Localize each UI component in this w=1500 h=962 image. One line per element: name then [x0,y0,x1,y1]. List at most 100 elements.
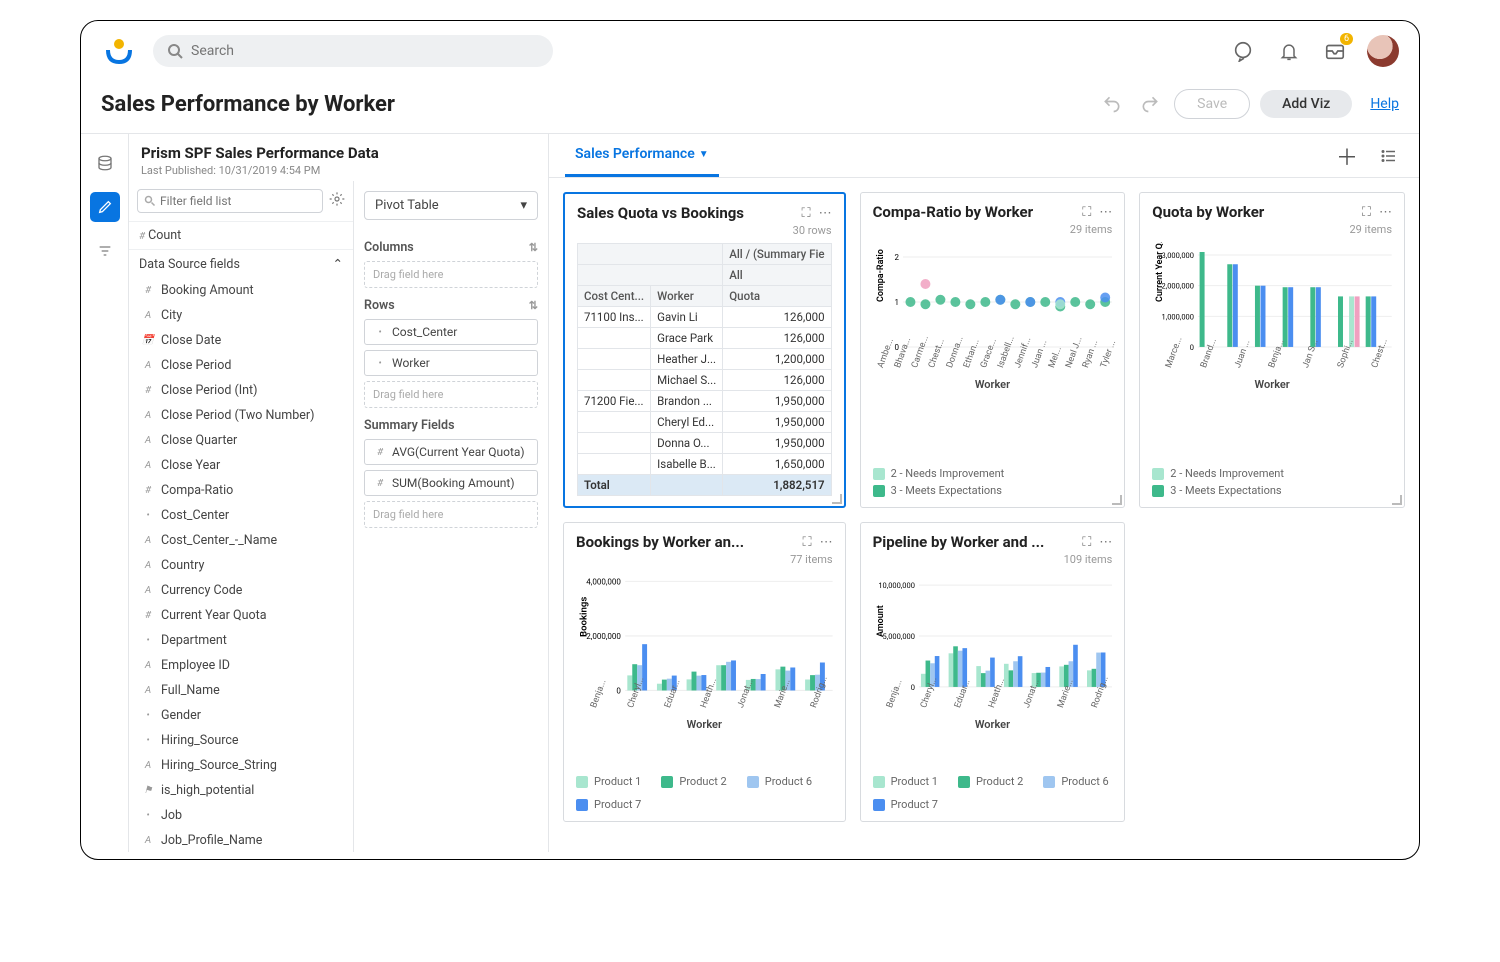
left-panel: Prism SPF Sales Performance Data Last Pu… [129,134,549,852]
field-item[interactable]: •Hiring_Source [129,728,353,753]
field-item[interactable]: 📅Close Date [129,328,353,353]
field-item[interactable]: •Cost_Center [129,503,353,528]
data-icon[interactable] [90,148,120,178]
resize-handle[interactable] [832,494,842,504]
resize-handle[interactable] [1392,495,1402,505]
chat-icon[interactable] [1229,37,1257,65]
table-row[interactable]: Heather J...1,200,000 [578,349,832,370]
viz-type-label: Pivot Table [375,198,439,213]
field-item[interactable]: AClose Year [129,453,353,478]
add-viz-button[interactable]: Add Viz [1260,90,1352,118]
sort-icon[interactable]: ⇅ [529,241,538,254]
filter-icon[interactable] [90,236,120,266]
field-item[interactable]: ACountry [129,553,353,578]
field-item[interactable]: AClose Period (Two Number) [129,403,353,428]
x-axis-label: Worker [873,718,1113,731]
field-item[interactable]: ACost_Center_-_Name [129,528,353,553]
card-subtitle: 30 rows [577,224,832,237]
field-item[interactable]: #Current Year Quota [129,603,353,628]
field-chip[interactable]: •Cost_Center [364,319,538,345]
svg-text:1: 1 [894,298,898,307]
card-quota-by-worker[interactable]: Quota by Worker⛶⋯ 29 items Current Year … [1139,192,1405,508]
field-item[interactable]: AFull_Name [129,678,353,703]
table-row[interactable]: Isabelle B...1,650,000 [578,454,832,475]
card-title: Pipeline by Worker and ... [873,533,1083,551]
rows-dropzone[interactable]: Drag field here [364,381,538,408]
save-button[interactable]: Save [1174,89,1250,119]
help-link[interactable]: Help [1370,96,1399,112]
redo-icon[interactable] [1136,90,1164,118]
gear-icon[interactable] [329,191,345,211]
filter-field-text[interactable] [160,194,316,208]
field-item[interactable]: •Gender [129,703,353,728]
table-row[interactable]: Donna O...1,950,000 [578,433,832,454]
expand-icon[interactable]: ⛶ [1362,205,1371,220]
add-tab-icon[interactable]: ＋ [1333,142,1361,170]
field-item[interactable]: #Close Period (Int) [129,378,353,403]
count-field[interactable]: # Count [129,221,353,249]
inbox-icon[interactable]: 6 [1321,37,1349,65]
undo-icon[interactable] [1098,90,1126,118]
table-row[interactable]: 71200 Fie...Brandon ...1,950,000 [578,391,832,412]
card-subtitle: 77 items [576,553,833,566]
resize-handle[interactable] [1112,495,1122,505]
tab-sales-performance[interactable]: Sales Performance ▼ [565,134,719,177]
expand-icon[interactable]: ⛶ [802,206,811,221]
more-icon[interactable]: ⋯ [819,206,832,221]
edit-icon[interactable] [90,192,120,222]
expand-icon[interactable]: ⛶ [803,535,812,550]
field-item[interactable]: ACity [129,303,353,328]
table-row[interactable]: Michael S...126,000 [578,370,832,391]
search-icon [167,43,183,59]
card-subtitle: 29 items [873,223,1113,236]
card-sales-quota-vs-bookings[interactable]: Sales Quota vs Bookings ⛶ ⋯ 30 rows All … [563,192,846,508]
more-icon[interactable]: ⋯ [820,535,833,550]
summary-dropzone[interactable]: Drag field here [364,501,538,528]
field-item[interactable]: •Department [129,628,353,653]
more-icon[interactable]: ⋯ [1099,205,1112,220]
chevron-down-icon: ▾ [520,198,527,213]
global-search[interactable] [153,35,553,67]
card-pipeline-by-worker[interactable]: Pipeline by Worker and ...⛶⋯ 109 items A… [860,522,1126,822]
list-icon[interactable] [1375,142,1403,170]
card-title: Sales Quota vs Bookings [577,204,802,222]
table-row[interactable]: Cheryl Ed...1,950,000 [578,412,832,433]
card-title: Compa-Ratio by Worker [873,203,1083,221]
field-item[interactable]: ⚑is_high_potential [129,778,353,803]
expand-icon[interactable]: ⛶ [1082,535,1091,550]
expand-icon[interactable]: ⛶ [1082,205,1091,220]
field-item[interactable]: AHiring_Source_String [129,753,353,778]
field-item[interactable]: AClose Period [129,353,353,378]
field-group-header[interactable]: Data Source fields⌃ [129,249,353,278]
field-item[interactable]: ACurrency Code [129,578,353,603]
workday-logo[interactable] [101,33,137,69]
builder-column: Pivot Table ▾ Columns⇅ Drag field here R… [354,181,548,852]
field-chip[interactable]: #AVG(Current Year Quota) [364,439,538,465]
avatar[interactable] [1367,35,1399,67]
bell-icon[interactable] [1275,37,1303,65]
sort-icon[interactable]: ⇅ [529,299,538,312]
svg-text:Compa-Ratio: Compa-Ratio [876,249,886,302]
field-item[interactable]: #Compa-Ratio [129,478,353,503]
more-icon[interactable]: ⋯ [1099,535,1112,550]
search-icon [144,195,156,207]
field-item[interactable]: AClose Quarter [129,428,353,453]
columns-dropzone[interactable]: Drag field here [364,261,538,288]
filter-field-input[interactable] [137,189,323,213]
field-item[interactable]: #Booking Amount [129,278,353,303]
viz-type-select[interactable]: Pivot Table ▾ [364,191,538,220]
search-input[interactable] [191,43,539,59]
field-chip[interactable]: #SUM(Booking Amount) [364,470,538,496]
svg-text:0: 0 [910,683,914,692]
more-icon[interactable]: ⋯ [1379,205,1392,220]
field-chip[interactable]: •Worker [364,350,538,376]
topbar: 6 [81,21,1419,81]
card-compa-ratio[interactable]: Compa-Ratio by Worker⛶ ⋯ 29 items Compa-R… [860,192,1126,508]
legend-item: 2 - Needs Improvement [1152,467,1392,480]
field-item[interactable]: AJob_Profile_Name [129,828,353,852]
field-item[interactable]: •Job [129,803,353,828]
table-row[interactable]: Grace Park126,000 [578,328,832,349]
field-item[interactable]: AEmployee ID [129,653,353,678]
table-row[interactable]: 71100 Ins...Gavin Li126,000 [578,307,832,328]
card-bookings-by-worker[interactable]: Bookings by Worker an...⛶⋯ 77 items Book… [563,522,846,822]
